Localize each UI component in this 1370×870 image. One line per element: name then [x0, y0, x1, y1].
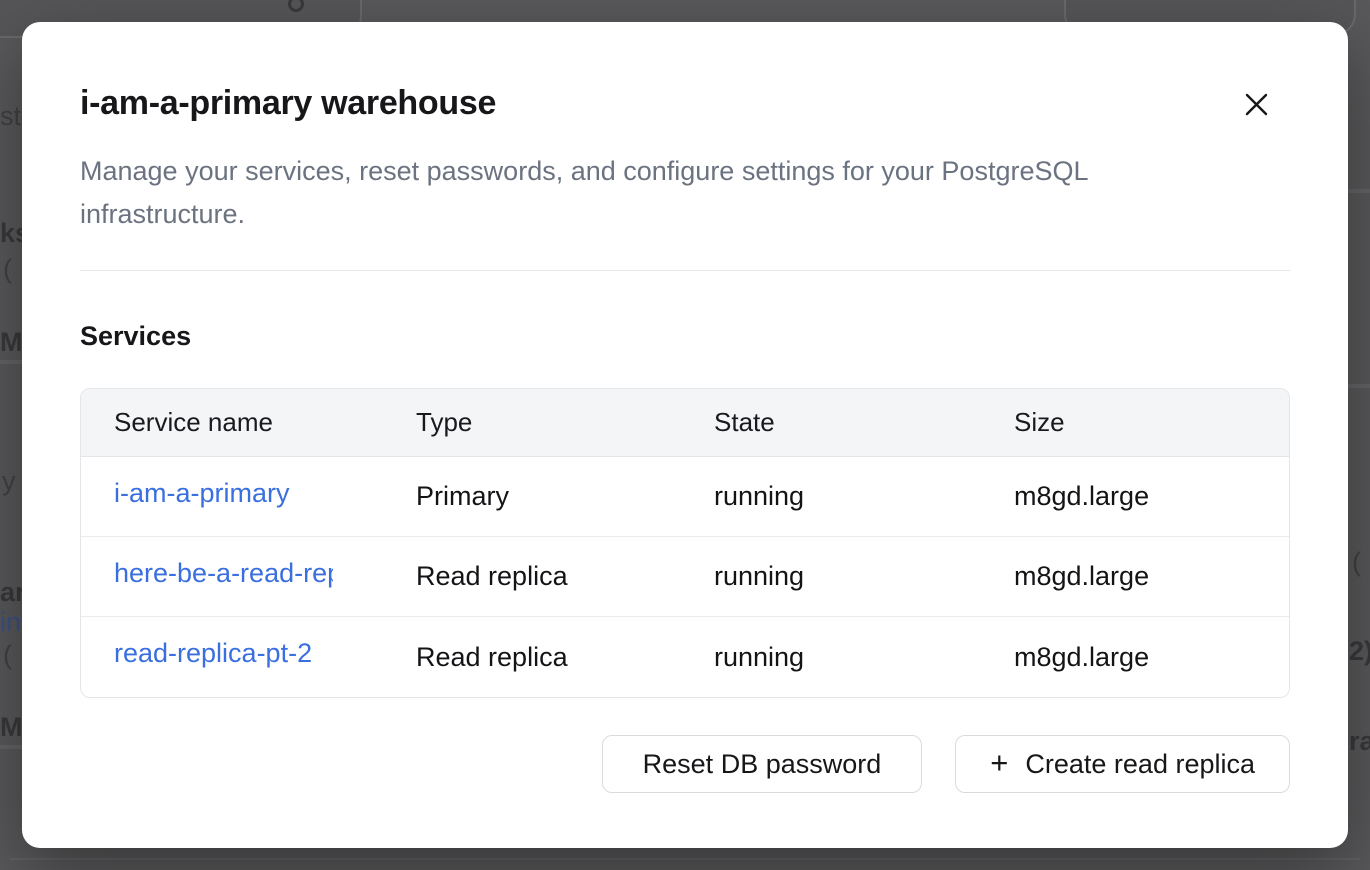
close-icon — [1245, 93, 1268, 116]
background-text-fragment: ( — [3, 254, 12, 285]
background-divider — [1348, 189, 1370, 193]
service-type-cell: Primary — [416, 481, 714, 512]
background-text-fragment: in — [0, 607, 21, 638]
reset-db-password-button[interactable]: Reset DB password — [602, 735, 923, 793]
background-text-fragment: 2) — [1349, 636, 1370, 667]
table-header-row: Service name Type State Size — [81, 389, 1289, 457]
create-read-replica-button[interactable]: + Create read replica — [955, 735, 1290, 793]
dialog-description: Manage your services, reset passwords, a… — [80, 150, 1225, 236]
services-heading: Services — [80, 321, 1290, 352]
service-state-cell: running — [714, 642, 1014, 673]
section-divider — [80, 270, 1290, 271]
table-row: read-replica-pt-2 Read replica running m… — [81, 617, 1289, 697]
service-state-cell: running — [714, 561, 1014, 592]
service-state-cell: running — [714, 481, 1014, 512]
column-header-size: Size — [1014, 407, 1289, 438]
close-button[interactable] — [1238, 86, 1274, 122]
background-text-fragment: ra — [1349, 726, 1370, 757]
table-row: here-be-a-read-replica Read replica runn… — [81, 537, 1289, 617]
plus-icon: + — [990, 745, 1008, 781]
services-table: Service name Type State Size i-am-a-prim… — [80, 388, 1290, 698]
background-divider — [0, 745, 22, 749]
background-text-fragment: st — [0, 101, 21, 132]
service-name-link[interactable]: i-am-a-primary — [114, 478, 290, 509]
background-divider — [1348, 384, 1370, 388]
reset-db-password-label: Reset DB password — [643, 749, 882, 780]
service-type-cell: Read replica — [416, 561, 714, 592]
service-name-link[interactable]: here-be-a-read-replica — [114, 558, 333, 589]
column-header-type: Type — [416, 407, 714, 438]
service-size-cell: m8gd.large — [1014, 481, 1289, 512]
column-header-service-name: Service name — [81, 407, 416, 438]
background-divider — [10, 858, 1360, 860]
service-type-cell: Read replica — [416, 642, 714, 673]
service-name-link[interactable]: read-replica-pt-2 — [114, 638, 312, 669]
background-divider — [0, 360, 22, 364]
service-size-cell: m8gd.large — [1014, 642, 1289, 673]
warehouse-dialog: i-am-a-primary warehouse Manage your ser… — [22, 22, 1348, 848]
column-header-state: State — [714, 407, 1014, 438]
background-text-fragment: y — [2, 466, 16, 497]
background-text-fragment: ( — [1352, 547, 1361, 578]
table-row: i-am-a-primary Primary running m8gd.larg… — [81, 457, 1289, 537]
dialog-actions: Reset DB password + Create read replica — [80, 735, 1290, 793]
background-text-fragment: ( — [3, 640, 12, 671]
service-size-cell: m8gd.large — [1014, 561, 1289, 592]
dialog-title: i-am-a-primary warehouse — [80, 84, 1290, 123]
create-read-replica-label: Create read replica — [1025, 749, 1255, 780]
